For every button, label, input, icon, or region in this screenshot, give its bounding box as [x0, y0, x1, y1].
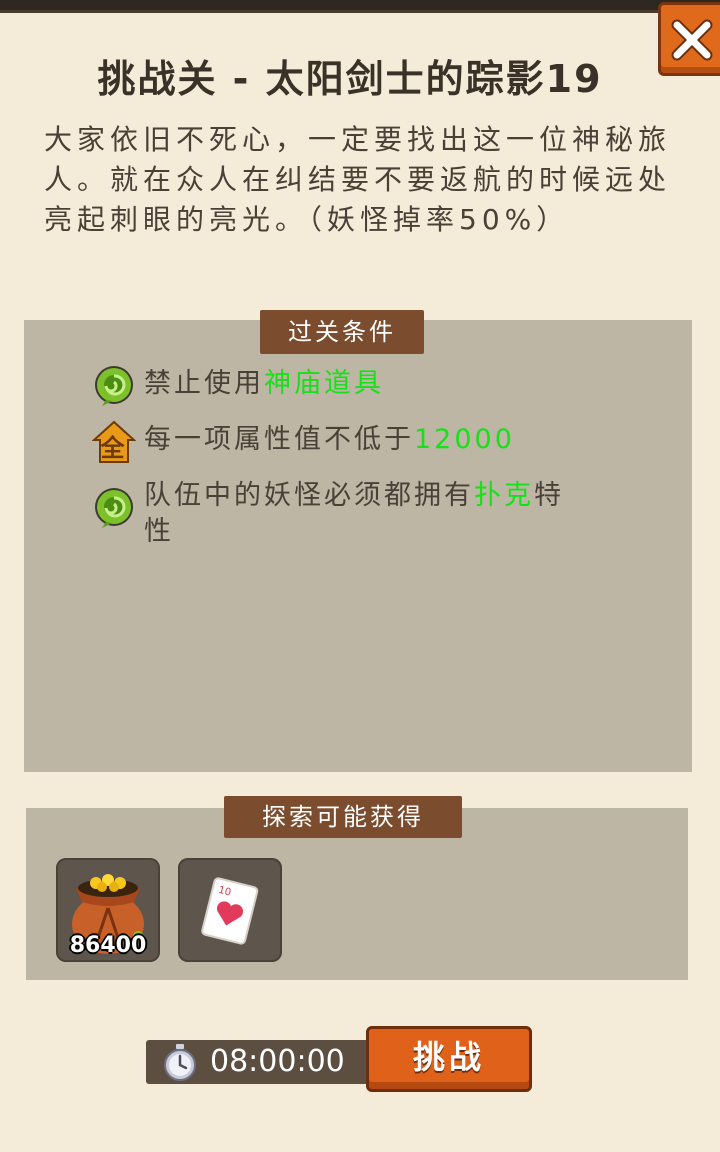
- quan-badge-icon: 全: [92, 420, 136, 463]
- condition-text: 每一项属性值不低于: [144, 424, 414, 455]
- stopwatch-icon: [164, 1044, 196, 1081]
- reward-gold-slot[interactable]: 86400: [56, 858, 160, 962]
- green-swirl-icon: [95, 366, 133, 406]
- challenge-button[interactable]: 挑战: [366, 1026, 532, 1092]
- condition-highlight: 扑克: [474, 480, 534, 511]
- svg-text:全: 全: [100, 434, 128, 462]
- timer-bar: 08:00:00: [146, 1040, 374, 1084]
- reward-poker-slot[interactable]: 10: [178, 858, 282, 962]
- conditions-header: 过关条件: [260, 310, 424, 354]
- stage-description: 大家依旧不死心，一定要找出这一位神秘旅人。就在众人在纠结要不要返航的时候远处亮起…: [44, 123, 672, 236]
- timer-text: 08:00:00: [210, 1044, 345, 1079]
- poker-card-icon: 10: [201, 877, 259, 945]
- green-swirl-icon: [95, 488, 133, 528]
- condition-text: 队伍中的妖怪必须都拥有: [144, 480, 474, 511]
- reward-count: 86400: [69, 933, 147, 958]
- rewards-header: 探索可能获得: [224, 796, 462, 838]
- condition-text: 禁止使用: [144, 368, 264, 399]
- condition-highlight: 神庙道具: [264, 368, 384, 399]
- stage-title: 挑战关 - 太阳剑士的踪影19: [97, 57, 603, 101]
- condition-highlight: 12000: [414, 424, 515, 455]
